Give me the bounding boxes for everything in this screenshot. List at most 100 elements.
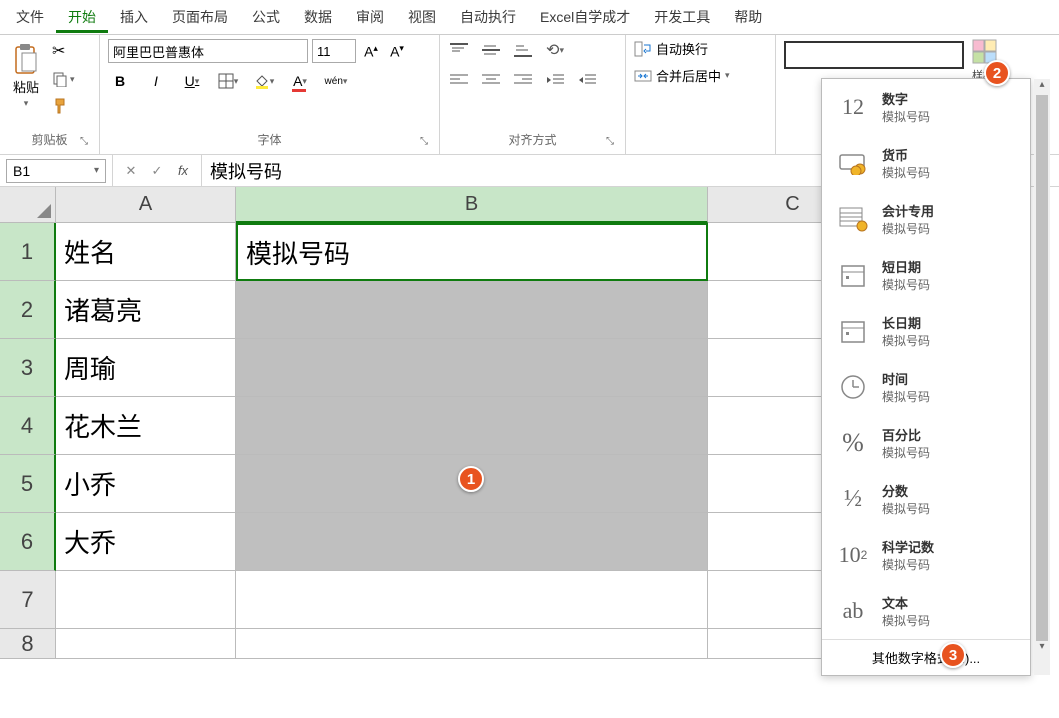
name-box[interactable]: B1 ▾: [6, 159, 106, 183]
format-title: 长日期: [882, 313, 930, 332]
enter-formula-button[interactable]: ✓: [147, 161, 167, 181]
format-title: 时间: [882, 369, 930, 388]
increase-font-button[interactable]: A▴: [360, 40, 382, 62]
row-header[interactable]: 3: [0, 339, 56, 397]
chevron-down-icon: ▾: [270, 76, 275, 87]
row-header[interactable]: 5: [0, 455, 56, 513]
number-format-combobox[interactable]: [784, 41, 964, 69]
align-center-button[interactable]: [480, 69, 502, 91]
row-header[interactable]: 8: [0, 629, 56, 659]
format-scientific-option[interactable]: 102 科学记数模拟号码: [822, 527, 1030, 583]
column-header-b[interactable]: B: [236, 187, 708, 223]
expand-icon[interactable]: ⤡: [603, 136, 617, 150]
phonetic-button[interactable]: wén ▾: [324, 69, 348, 93]
menu-page-layout[interactable]: 页面布局: [160, 1, 240, 33]
cell[interactable]: [236, 339, 708, 397]
format-number-option[interactable]: 12 数字模拟号码: [822, 79, 1030, 135]
cell[interactable]: [236, 629, 708, 659]
border-button[interactable]: ▾: [216, 69, 240, 93]
align-top-button[interactable]: [448, 39, 470, 61]
cell[interactable]: [236, 281, 708, 339]
format-fraction-option[interactable]: ½ 分数模拟号码: [822, 471, 1030, 527]
underline-button[interactable]: U ▾: [180, 69, 204, 93]
format-title: 科学记数: [882, 537, 934, 556]
format-percentage-option[interactable]: % 百分比模拟号码: [822, 415, 1030, 471]
menu-data[interactable]: 数据: [292, 1, 344, 33]
wrap-text-button[interactable]: 自动换行: [634, 39, 767, 58]
format-text-option[interactable]: ab 文本模拟号码: [822, 583, 1030, 639]
format-title: 会计专用: [882, 201, 934, 220]
select-all-corner[interactable]: [0, 187, 56, 223]
decrease-font-button[interactable]: A▾: [386, 40, 408, 62]
menu-review[interactable]: 审阅: [344, 1, 396, 33]
merge-center-button[interactable]: 合并后居中 ▾: [634, 66, 767, 85]
expand-icon[interactable]: ⤡: [417, 136, 431, 150]
menu-formulas[interactable]: 公式: [240, 1, 292, 33]
align-bottom-button[interactable]: [512, 39, 534, 61]
scroll-thumb[interactable]: [1036, 95, 1048, 641]
format-painter-button[interactable]: [50, 95, 77, 117]
row-header[interactable]: 6: [0, 513, 56, 571]
border-icon: [218, 73, 234, 89]
italic-button[interactable]: I: [144, 69, 168, 93]
cell[interactable]: 大乔: [56, 513, 236, 571]
paste-label: 粘贴: [13, 77, 39, 96]
format-time-option[interactable]: 时间模拟号码: [822, 359, 1030, 415]
cell[interactable]: [56, 571, 236, 629]
cell-active[interactable]: 模拟号码: [236, 223, 708, 281]
menu-developer[interactable]: 开发工具: [642, 1, 722, 33]
callout-badge-3: 3: [940, 642, 966, 668]
format-shortdate-option[interactable]: 短日期模拟号码: [822, 247, 1030, 303]
font-size-select[interactable]: [312, 39, 356, 63]
font-name-select[interactable]: [108, 39, 308, 63]
cell[interactable]: [56, 629, 236, 659]
format-accounting-option[interactable]: 会计专用模拟号码: [822, 191, 1030, 247]
menu-view[interactable]: 视图: [396, 1, 448, 33]
align-right-button[interactable]: [512, 69, 534, 91]
cell[interactable]: 周瑜: [56, 339, 236, 397]
bold-button[interactable]: B: [108, 69, 132, 93]
accounting-icon: [836, 204, 870, 234]
format-currency-option[interactable]: 货币模拟号码: [822, 135, 1030, 191]
row-header[interactable]: 1: [0, 223, 56, 281]
wrap-icon: [634, 41, 652, 57]
more-number-formats[interactable]: 其他数字格式(M)...: [822, 639, 1030, 675]
align-middle-button[interactable]: [480, 39, 502, 61]
copy-button[interactable]: ▾: [50, 69, 77, 89]
menu-help[interactable]: 帮助: [722, 1, 774, 33]
fill-color-button[interactable]: ▾: [252, 69, 276, 93]
font-color-button[interactable]: A ▾: [288, 69, 312, 93]
row-header[interactable]: 4: [0, 397, 56, 455]
orientation-button[interactable]: ⟲▾: [544, 39, 566, 61]
menu-automate[interactable]: 自动执行: [448, 1, 528, 33]
cell[interactable]: 花木兰: [56, 397, 236, 455]
decrease-indent-button[interactable]: [544, 69, 566, 91]
row-header[interactable]: 2: [0, 281, 56, 339]
cancel-formula-button[interactable]: ✕: [121, 161, 141, 181]
font-decrease-icon: A▾: [390, 43, 404, 60]
align-left-button[interactable]: [448, 69, 470, 91]
row-header[interactable]: 7: [0, 571, 56, 629]
menu-insert[interactable]: 插入: [108, 1, 160, 33]
format-sub: 模拟号码: [882, 220, 934, 237]
text-icon: ab: [836, 596, 870, 626]
cell[interactable]: 小乔: [56, 455, 236, 513]
fx-button[interactable]: fx: [173, 161, 193, 181]
align-bottom-icon: [514, 43, 532, 57]
menu-home[interactable]: 开始: [56, 1, 108, 33]
increase-indent-button[interactable]: [576, 69, 598, 91]
dropdown-scrollbar[interactable]: ▴ ▾: [1034, 79, 1050, 675]
cell[interactable]: [236, 513, 708, 571]
cut-button[interactable]: ✂: [50, 39, 77, 63]
menu-custom-excel[interactable]: Excel自学成才: [528, 1, 642, 33]
cell[interactable]: 姓名: [56, 223, 236, 281]
cell[interactable]: [236, 571, 708, 629]
cell[interactable]: [236, 397, 708, 455]
expand-icon[interactable]: ⤡: [77, 136, 91, 150]
menu-file[interactable]: 文件: [4, 1, 56, 33]
paste-button[interactable]: 粘贴 ▾: [8, 39, 44, 117]
cell[interactable]: 诸葛亮: [56, 281, 236, 339]
column-header-a[interactable]: A: [56, 187, 236, 223]
chevron-down-icon: ▾: [302, 76, 307, 87]
format-longdate-option[interactable]: 长日期模拟号码: [822, 303, 1030, 359]
